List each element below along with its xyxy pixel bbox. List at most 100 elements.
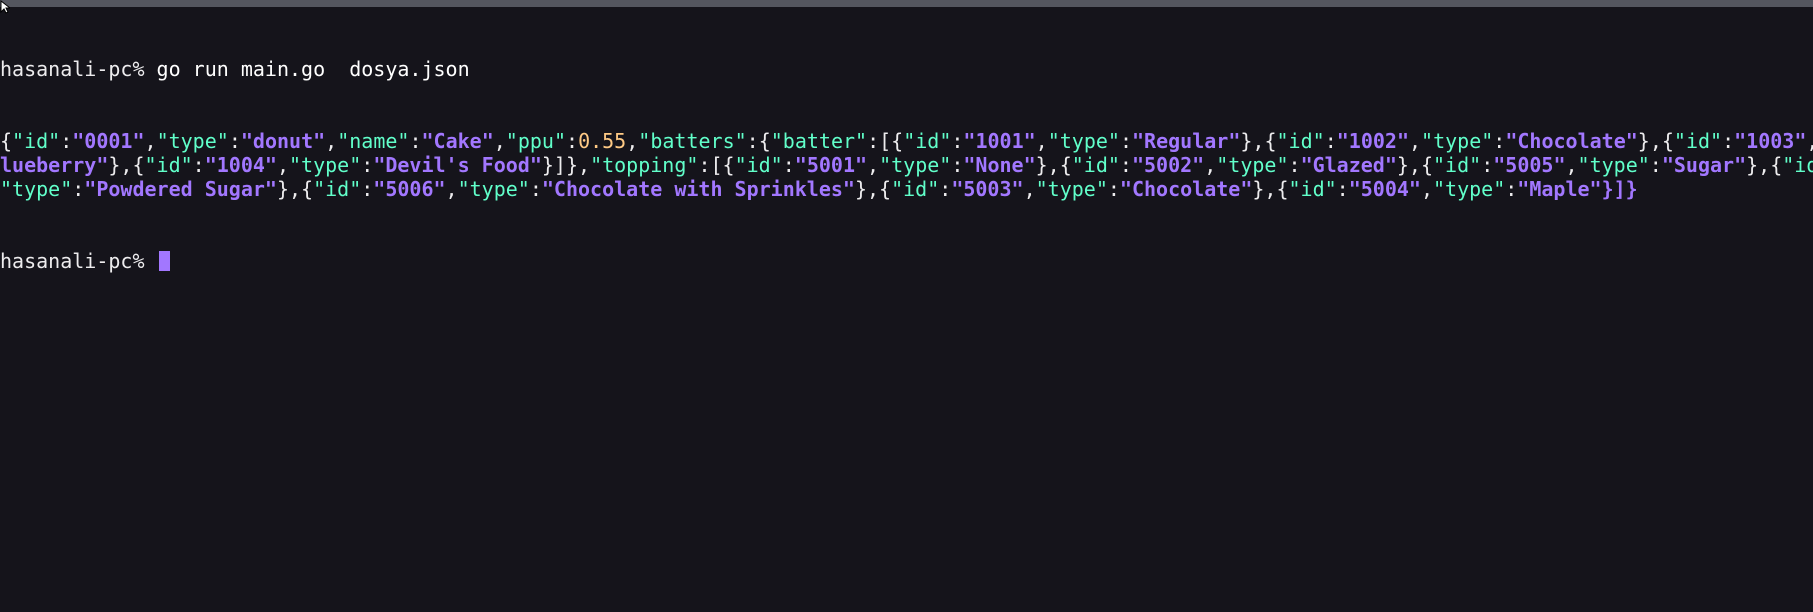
json-token: "id" xyxy=(734,153,783,177)
json-token: "Maple" xyxy=(1517,177,1602,201)
json-token: : xyxy=(192,153,205,177)
json-token: },{ xyxy=(1746,153,1783,177)
json-token: : xyxy=(939,177,952,201)
json-token: },{ xyxy=(1035,153,1072,177)
json-token: , xyxy=(276,153,290,177)
json-token: "Glazed" xyxy=(1300,153,1397,177)
json-token: , xyxy=(867,153,880,177)
output-line: "type":"Powdered Sugar"},{"id":"5006","t… xyxy=(0,177,1813,201)
json-token: "Regular" xyxy=(1132,129,1241,153)
json-token: "topping" xyxy=(590,153,699,177)
json-token: : xyxy=(1505,177,1518,201)
output-line: {"id":"0001","type":"donut","name":"Cake… xyxy=(0,129,1813,153)
json-token: : xyxy=(228,129,241,153)
json-token: "type" xyxy=(1433,177,1506,201)
json-token: : xyxy=(529,177,542,201)
json-token: 0.55 xyxy=(578,129,627,153)
json-token: "5005" xyxy=(1493,153,1566,177)
command-output: {"id":"0001","type":"donut","name":"Cake… xyxy=(0,129,1813,201)
json-token: : xyxy=(951,153,964,177)
json-token: "1001" xyxy=(963,129,1036,153)
json-token: },{ xyxy=(1252,177,1289,201)
json-token: "0001" xyxy=(72,129,145,153)
json-token: "type" xyxy=(879,153,952,177)
json-token: "None" xyxy=(963,153,1036,177)
json-token: "Chocolate" xyxy=(1505,129,1638,153)
json-token: "name" xyxy=(337,129,410,153)
json-token: "id" xyxy=(1433,153,1482,177)
json-token: },{ xyxy=(1637,129,1674,153)
shell-prompt-active: hasanali-pc% xyxy=(0,249,145,273)
json-token: "Cake" xyxy=(421,129,494,153)
output-line: lueberry"},{"id":"1004","type":"Devil's … xyxy=(0,153,1813,177)
json-token: "Powdered Sugar" xyxy=(84,177,277,201)
json-token: "type" xyxy=(1421,129,1494,153)
command-text: go run main.go dosya.json xyxy=(156,57,470,81)
json-token: },{ xyxy=(1240,129,1277,153)
terminal-window[interactable]: hasanali-pc% go run main.go dosya.json {… xyxy=(0,9,1813,612)
text-cursor xyxy=(158,251,170,271)
window-top-bar xyxy=(0,0,1813,7)
json-token: "id" xyxy=(313,177,362,201)
json-token: "5002" xyxy=(1131,153,1205,177)
json-token: : xyxy=(1119,153,1132,177)
json-token: :[{ xyxy=(698,153,735,177)
json-token: },{ xyxy=(276,177,314,201)
json-token: : xyxy=(1493,129,1506,153)
json-token: "type" xyxy=(289,153,362,177)
json-token: : xyxy=(1722,129,1735,153)
json-token: : xyxy=(1649,153,1662,177)
json-token: "Sugar" xyxy=(1661,153,1747,177)
json-token: : xyxy=(72,177,85,201)
command-line: hasanali-pc% go run main.go dosya.json xyxy=(0,57,1813,81)
json-token: "id" xyxy=(1071,153,1120,177)
json-token: }]} xyxy=(1601,177,1638,201)
json-token: lueberry" xyxy=(0,153,109,177)
json-token: , xyxy=(1204,153,1217,177)
json-token: , xyxy=(1408,129,1422,153)
json-token: "type" xyxy=(1047,129,1120,153)
json-token: "5001" xyxy=(794,153,868,177)
json-token: "5003" xyxy=(951,177,1024,201)
json-token: "id" xyxy=(1288,177,1337,201)
json-token: : xyxy=(409,129,422,153)
json-token: },{ xyxy=(108,153,145,177)
json-token: , xyxy=(1806,129,1813,153)
json-token: },{ xyxy=(854,177,892,201)
json-token: "donut" xyxy=(240,129,326,153)
json-token: "Chocolate with Sprinkles" xyxy=(541,177,855,201)
json-token: },{ xyxy=(1396,153,1434,177)
json-token: "type" xyxy=(0,177,73,201)
json-token: "5004" xyxy=(1348,177,1421,201)
json-token: "Chocolate" xyxy=(1119,177,1253,201)
json-token: "type" xyxy=(1216,153,1289,177)
json-token: "id" xyxy=(903,129,952,153)
json-token: "5006" xyxy=(373,177,446,201)
json-token: "id xyxy=(1782,153,1813,177)
json-token: , xyxy=(1565,153,1578,177)
json-token: : xyxy=(782,153,795,177)
json-token: : xyxy=(60,129,73,153)
json-token: , xyxy=(1420,177,1433,201)
json-token: "type" xyxy=(1577,153,1650,177)
json-token: : xyxy=(951,129,964,153)
json-token: : xyxy=(361,153,374,177)
json-token: : xyxy=(1324,129,1337,153)
json-token: : xyxy=(1107,177,1120,201)
json-token: : xyxy=(1481,153,1494,177)
active-prompt-line[interactable]: hasanali-pc% xyxy=(0,249,1813,273)
json-token: }]}, xyxy=(541,153,591,177)
json-token: "1003" xyxy=(1734,129,1807,153)
json-token: , xyxy=(1023,177,1036,201)
json-token: :[{ xyxy=(867,129,904,153)
json-token: "id" xyxy=(1276,129,1325,153)
json-token: : xyxy=(566,129,579,153)
json-token: "type" xyxy=(457,177,530,201)
json-token: , xyxy=(445,177,458,201)
json-token: , xyxy=(493,129,506,153)
json-token: { xyxy=(0,129,13,153)
json-token: , xyxy=(325,129,338,153)
json-token: "1004" xyxy=(204,153,277,177)
json-token: "type" xyxy=(1035,177,1108,201)
json-token: : xyxy=(1288,153,1301,177)
